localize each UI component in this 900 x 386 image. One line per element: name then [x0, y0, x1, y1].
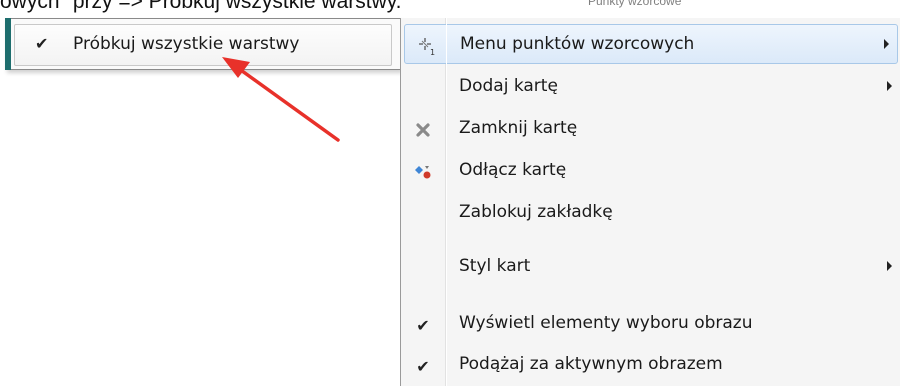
- menu-item-label: Zablokuj zakładkę: [459, 202, 613, 222]
- caption-ghost-text: Punkty wzorcowe: [588, 0, 682, 8]
- menu-item-label: Styl kart: [459, 256, 531, 276]
- close-x-icon: [412, 119, 434, 141]
- detach-tab-icon: [412, 161, 434, 183]
- svg-text:1: 1: [430, 48, 435, 56]
- sample-points-submenu: ✔ Próbkuj wszystkie warstwy: [5, 18, 401, 70]
- submenu-arrow-icon: [887, 81, 892, 91]
- menu-item-label: Zamknij kartę: [459, 118, 578, 138]
- menu-item-detach-tab[interactable]: Odłącz kartę: [401, 151, 900, 191]
- check-icon: ✔: [35, 34, 49, 53]
- menu-item-follow-active-image[interactable]: ✔ Podążaj za aktywnym obrazem: [401, 345, 900, 385]
- menu-item-sample-points-menu[interactable]: 1 Menu punktów wzorcowych: [404, 24, 898, 64]
- menu-item-label: Wyświetl elementy wyboru obrazu: [459, 313, 753, 333]
- menu-item-close-tab[interactable]: Zamknij kartę: [401, 109, 900, 149]
- tab-context-menu: 1 Menu punktów wzorcowych Dodaj kartę Za…: [400, 18, 900, 386]
- caption-text: owych" przy => Próbkuj wszystkie warstwy…: [0, 0, 402, 13]
- menu-item-sample-all-layers[interactable]: ✔ Próbkuj wszystkie warstwy: [14, 24, 392, 66]
- submenu-arrow-icon: [887, 261, 892, 271]
- sample-points-icon: 1: [416, 35, 438, 57]
- menu-item-show-image-selectors[interactable]: ✔ Wyświetl elementy wyboru obrazu: [401, 304, 900, 344]
- menu-item-lock-tab[interactable]: Zablokuj zakładkę: [401, 193, 900, 233]
- check-icon: ✔: [416, 356, 430, 376]
- menu-item-label: Dodaj kartę: [459, 76, 558, 96]
- menu-item-label: Próbkuj wszystkie warstwy: [73, 34, 300, 54]
- menu-item-tab-style[interactable]: Styl kart: [401, 247, 900, 287]
- menu-item-label: Podążaj za aktywnym obrazem: [459, 354, 723, 374]
- check-icon: ✔: [416, 315, 430, 335]
- menu-item-add-tab[interactable]: Dodaj kartę: [401, 67, 900, 107]
- menu-item-label: Menu punktów wzorcowych: [460, 34, 695, 54]
- submenu-arrow-icon: [884, 39, 889, 49]
- menu-item-label: Odłącz kartę: [459, 160, 567, 180]
